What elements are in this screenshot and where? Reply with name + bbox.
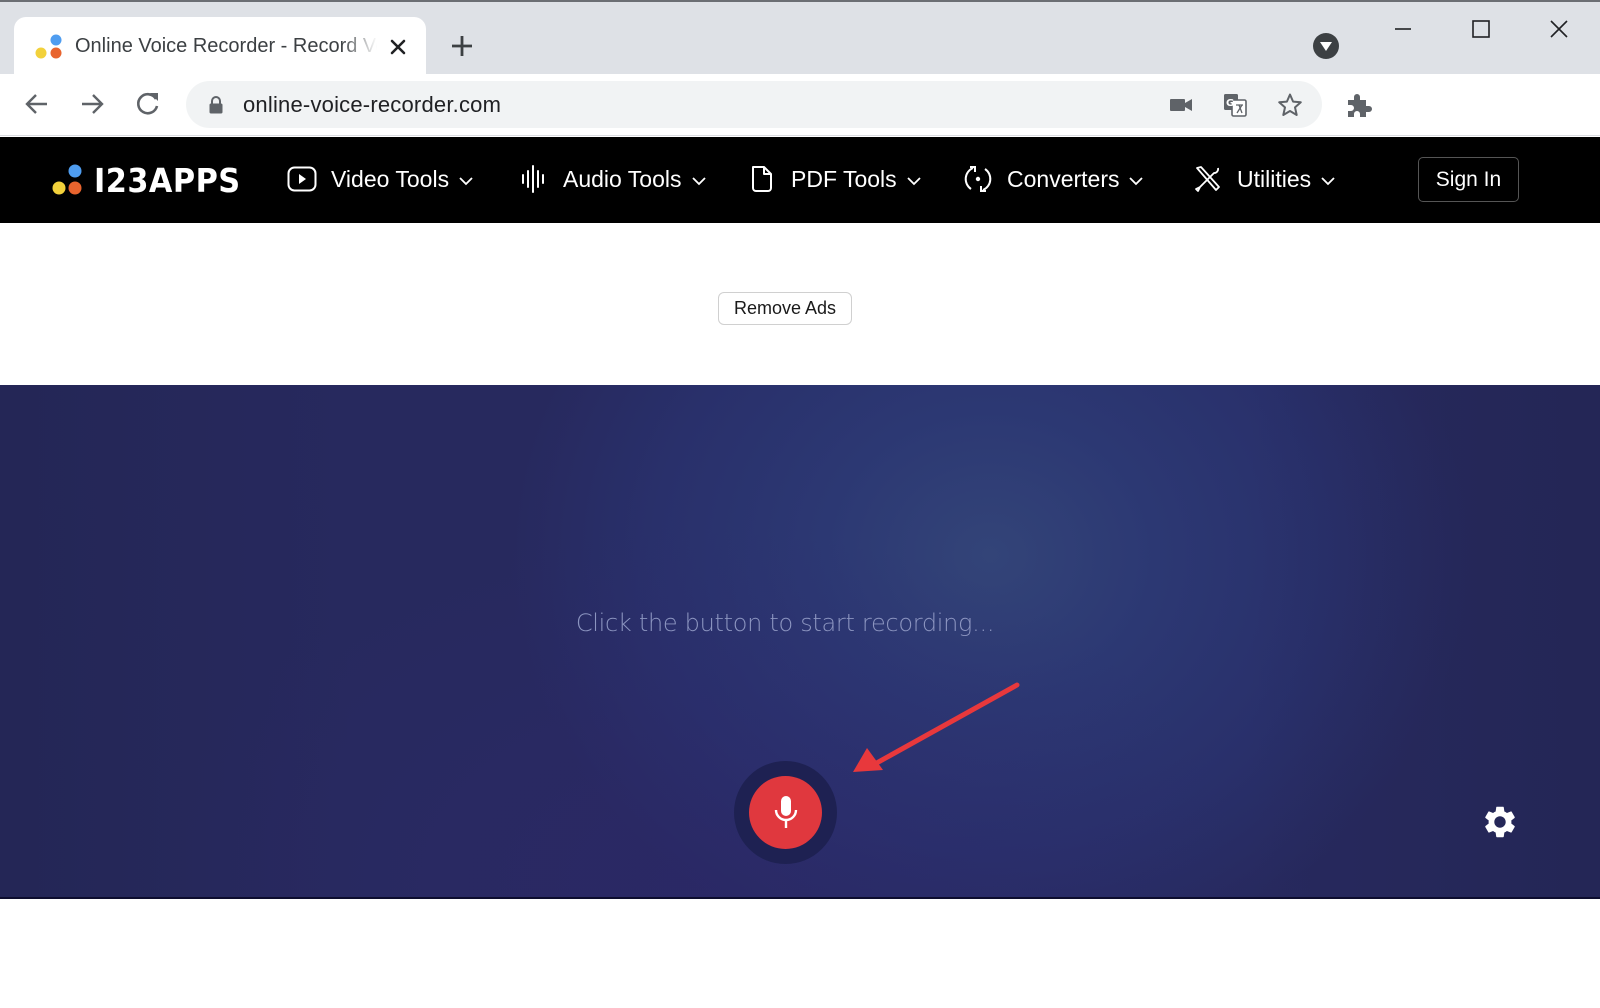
extensions-puzzle-icon[interactable] — [1344, 91, 1372, 119]
forward-arrow-icon[interactable] — [77, 89, 107, 119]
chevron-down-icon — [459, 177, 473, 186]
lock-icon[interactable] — [208, 95, 224, 115]
reload-icon[interactable] — [133, 89, 163, 119]
convert-cycle-icon — [964, 166, 992, 192]
menu-label: Video Tools — [331, 165, 450, 192]
window-minimize-icon[interactable] — [1388, 14, 1418, 44]
sign-in-button[interactable]: Sign In — [1418, 157, 1519, 202]
tab-search-dropdown-icon[interactable] — [1313, 33, 1339, 59]
menu-label: Utilities — [1237, 165, 1312, 192]
gear-icon[interactable] — [1481, 803, 1519, 841]
document-icon — [752, 166, 772, 192]
browser-tab-strip: Online Voice Recorder - Record Voice — [0, 0, 1600, 76]
svg-text:G: G — [1226, 98, 1234, 109]
menu-audio-tools[interactable]: Audio Tools — [518, 161, 707, 197]
site-header: I23APPS Video Tools Audio Tools PDF Tool… — [0, 137, 1600, 223]
chevron-down-icon — [907, 177, 921, 186]
page-bottom-area — [0, 900, 1600, 1008]
microphone-icon — [774, 795, 797, 828]
menu-label: Audio Tools — [563, 165, 682, 192]
video-play-icon — [287, 166, 317, 192]
tab-close-icon[interactable] — [385, 34, 411, 60]
camera-icon[interactable] — [1168, 92, 1194, 118]
123apps-favicon-icon — [35, 34, 62, 59]
menu-converters[interactable]: Converters — [962, 161, 1144, 197]
address-bar[interactable]: online-voice-recorder.com G — [186, 81, 1322, 128]
menu-label: Converters — [1007, 165, 1120, 192]
menu-pdf-tools[interactable]: PDF Tools — [746, 161, 922, 197]
browser-toolbar: online-voice-recorder.com G — [0, 74, 1600, 136]
recording-prompt: Click the button to start recording... — [575, 609, 995, 637]
chevron-down-icon — [691, 177, 706, 186]
chevron-down-icon — [1321, 177, 1335, 186]
remove-ads-button[interactable]: Remove Ads — [718, 292, 852, 325]
tab-title: Online Voice Recorder - Record Voice — [75, 35, 377, 57]
menu-utilities[interactable]: Utilities — [1192, 161, 1336, 197]
annotation-arrow-icon — [853, 682, 1020, 772]
menu-label: PDF Tools — [791, 165, 897, 192]
chevron-down-icon — [1129, 177, 1144, 186]
record-button[interactable] — [734, 761, 837, 864]
audio-waveform-icon — [522, 165, 544, 193]
record-button-core — [749, 776, 822, 849]
123apps-logo[interactable]: I23APPS — [52, 160, 253, 200]
logo-text: I23APPS — [94, 160, 241, 200]
url-text[interactable]: online-voice-recorder.com — [243, 92, 501, 118]
voice-recorder-panel: Click the button to start recording... — [0, 385, 1600, 899]
bookmark-star-icon[interactable] — [1277, 92, 1303, 118]
translate-icon[interactable]: G — [1222, 92, 1248, 118]
new-tab-plus-icon[interactable] — [448, 32, 476, 60]
window-close-icon[interactable] — [1544, 14, 1574, 44]
ad-area: Remove Ads — [0, 223, 1600, 385]
menu-video-tools[interactable]: Video Tools — [286, 161, 474, 197]
browser-tab-active[interactable]: Online Voice Recorder - Record Voice — [14, 17, 426, 76]
logo-dots-icon — [52, 164, 82, 195]
window-maximize-icon[interactable] — [1466, 14, 1496, 44]
tools-icon — [1195, 166, 1220, 192]
back-arrow-icon[interactable] — [22, 89, 52, 119]
